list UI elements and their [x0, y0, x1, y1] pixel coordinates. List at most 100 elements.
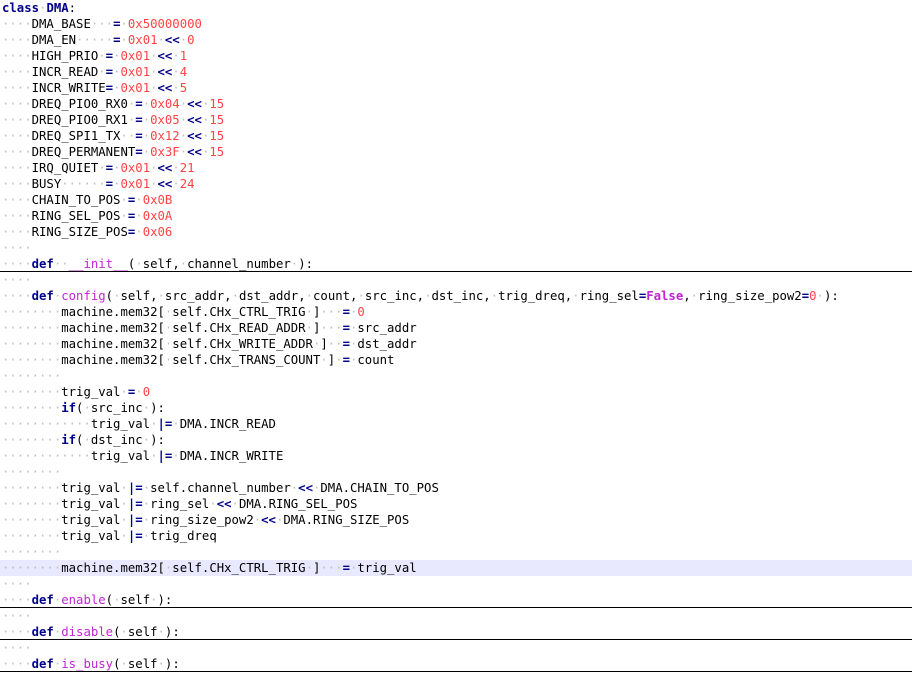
code-line[interactable]: ········: [0, 368, 912, 384]
code-line[interactable]: ····: [0, 608, 912, 624]
code-line[interactable]: ········trig_val·|=·ring_sel·<<·DMA.RING…: [0, 496, 912, 512]
code-line[interactable]: ········trig_val·|=·self.channel_number·…: [0, 480, 912, 496]
code-line[interactable]: ········: [0, 464, 912, 480]
whitespace-marker: ·: [150, 49, 158, 63]
code-line[interactable]: ····BUSY······=·0x01·<<·24: [0, 176, 912, 192]
whitespace-marker: ·: [816, 289, 824, 303]
code-token: ring_sel: [579, 289, 639, 303]
code-line[interactable]: ····: [0, 272, 912, 288]
code-line[interactable]: ····HIGH_PRIO·=·0x01·<<·1: [0, 48, 912, 64]
number-token: 15: [209, 145, 225, 159]
code-line[interactable]: ····: [0, 240, 912, 256]
code-line[interactable]: ············trig_val·|=·DMA.INCR_READ: [0, 416, 912, 432]
whitespace-marker: ····: [2, 273, 32, 287]
code-line[interactable]: ········: [0, 544, 912, 560]
code-line[interactable]: ····def·enable(·self·):: [0, 592, 912, 608]
whitespace-marker: ·: [305, 321, 313, 335]
code-line[interactable]: ····: [0, 640, 912, 656]
operator-token: <<: [157, 81, 173, 95]
constant-token: False: [646, 289, 684, 303]
code-line[interactable]: ········if(·src_inc·):: [0, 400, 912, 416]
operator-token: <<: [261, 513, 276, 527]
whitespace-marker: ·: [690, 289, 699, 303]
whitespace-marker: ·: [572, 289, 580, 303]
code-line[interactable]: ····DMA_EN·····=·0x01·<<·0: [0, 32, 912, 48]
whitespace-marker: ····: [2, 593, 32, 607]
operator-token: <<: [157, 161, 173, 175]
number-token: 0x12: [150, 129, 180, 143]
whitespace-marker: ··: [327, 337, 343, 351]
code-token: trig_val: [61, 529, 121, 543]
whitespace-marker: ···: [90, 17, 114, 31]
whitespace-marker: ·: [135, 193, 143, 207]
whitespace-marker: ····: [2, 17, 32, 31]
code-line[interactable]: ····CHAIN_TO_POS·=·0x0B: [0, 192, 912, 208]
code-line[interactable]: ····DREQ_SPI1_TX··=·0x12·<<·15: [0, 128, 912, 144]
code-token: :: [68, 1, 77, 15]
code-line[interactable]: ············trig_val·|=·DMA.INCR_WRITE: [0, 448, 912, 464]
code-token: ):: [823, 289, 839, 303]
whitespace-marker: ····: [2, 177, 32, 191]
whitespace-marker: ·: [157, 657, 165, 671]
whitespace-marker: ·: [231, 289, 239, 303]
whitespace-marker: ·: [142, 529, 151, 543]
code-line[interactable]: ····RING_SIZE_POS=·0x06: [0, 224, 912, 240]
whitespace-marker: ·: [142, 129, 151, 143]
current-code-line[interactable]: ········machine.mem32[·self.CHx_CTRL_TRI…: [0, 560, 912, 576]
whitespace-marker: ·: [150, 81, 158, 95]
code-line[interactable]: ····DMA_BASE···=·0x50000000: [0, 16, 912, 32]
number-token: 0x01: [120, 81, 151, 95]
code-line[interactable]: ····: [0, 576, 912, 592]
operator-token: |=: [127, 529, 143, 543]
code-line[interactable]: ····DREQ_PIO0_RX1·=·0x05·<<·15: [0, 112, 912, 128]
keyword-token: def: [31, 657, 54, 671]
code-line[interactable]: ········trig_val·|=·trig_dreq: [0, 528, 912, 544]
operator-token: =: [342, 337, 350, 351]
operator-token: =: [105, 177, 114, 191]
code-token: trig_val: [61, 513, 121, 527]
code-token: ):: [150, 401, 165, 415]
code-token: count,: [313, 289, 358, 303]
code-line[interactable]: ····INCR_WRITE=·0x01·<<·5: [0, 80, 912, 96]
whitespace-marker: ·: [83, 433, 91, 447]
code-token: DMA_BASE: [31, 17, 91, 31]
code-line[interactable]: ········machine.mem32[·self.CHx_READ_ADD…: [0, 320, 912, 336]
code-line[interactable]: ····IRQ_QUIET·=·0x01·<<·21: [0, 160, 912, 176]
code-token: self.CHx_CTRL_TRIG: [172, 305, 306, 319]
operator-token: =: [105, 81, 114, 95]
code-line[interactable]: ····def·disable(·self·):: [0, 624, 912, 640]
operator-token: |=: [157, 449, 173, 463]
code-line[interactable]: ····def·config(·self,·src_addr,·dst_addr…: [0, 288, 912, 304]
code-line[interactable]: ········trig_val·=·0: [0, 384, 912, 400]
code-line[interactable]: ····def·is_busy(·self·):: [0, 656, 912, 672]
operator-token: |=: [127, 513, 143, 527]
whitespace-marker: ········: [2, 529, 62, 543]
code-line[interactable]: ········machine.mem32[·self.CHx_CTRL_TRI…: [0, 304, 912, 320]
code-line[interactable]: ····INCR_READ·=·0x01·<<·4: [0, 64, 912, 80]
number-token: 0x0A: [142, 209, 173, 223]
operator-token: <<: [187, 145, 202, 159]
code-token: channel_number: [187, 257, 291, 271]
code-line[interactable]: ····DREQ_PIO0_RX0·=·0x04·<<·15: [0, 96, 912, 112]
code-line[interactable]: class·DMA:: [0, 0, 912, 16]
whitespace-marker: ········: [2, 305, 62, 319]
number-token: 0: [357, 305, 365, 319]
code-line[interactable]: ····RING_SEL_POS·=·0x0A: [0, 208, 912, 224]
code-token: CHAIN_TO_POS: [31, 193, 121, 207]
code-line[interactable]: ········machine.mem32[·self.CHx_WRITE_AD…: [0, 336, 912, 352]
code-line[interactable]: ········trig_val·|=·ring_size_pow2·<<·DM…: [0, 512, 912, 528]
whitespace-marker: ·: [490, 289, 499, 303]
code-line[interactable]: ····DREQ_PERMANENT=·0x3F·<<·15: [0, 144, 912, 160]
code-token: self.channel_number: [150, 481, 291, 495]
code-line[interactable]: ········if(·dst_inc·):: [0, 432, 912, 448]
code-token: (: [105, 289, 114, 303]
code-line[interactable]: ········machine.mem32[·self.CHx_TRANS_CO…: [0, 352, 912, 368]
whitespace-marker: ·: [172, 65, 180, 79]
whitespace-marker: ············: [2, 417, 91, 431]
whitespace-marker: ·····: [76, 33, 114, 47]
code-token: RING_SIZE_POS: [31, 225, 128, 239]
code-editor[interactable]: class·DMA: ····DMA_BASE···=·0x50000000 ···…: [0, 0, 912, 687]
keyword-token: def: [31, 289, 54, 303]
code-line[interactable]: ····def··__init__(·self,·channel_number·…: [0, 256, 912, 272]
number-token: 1: [179, 49, 188, 63]
